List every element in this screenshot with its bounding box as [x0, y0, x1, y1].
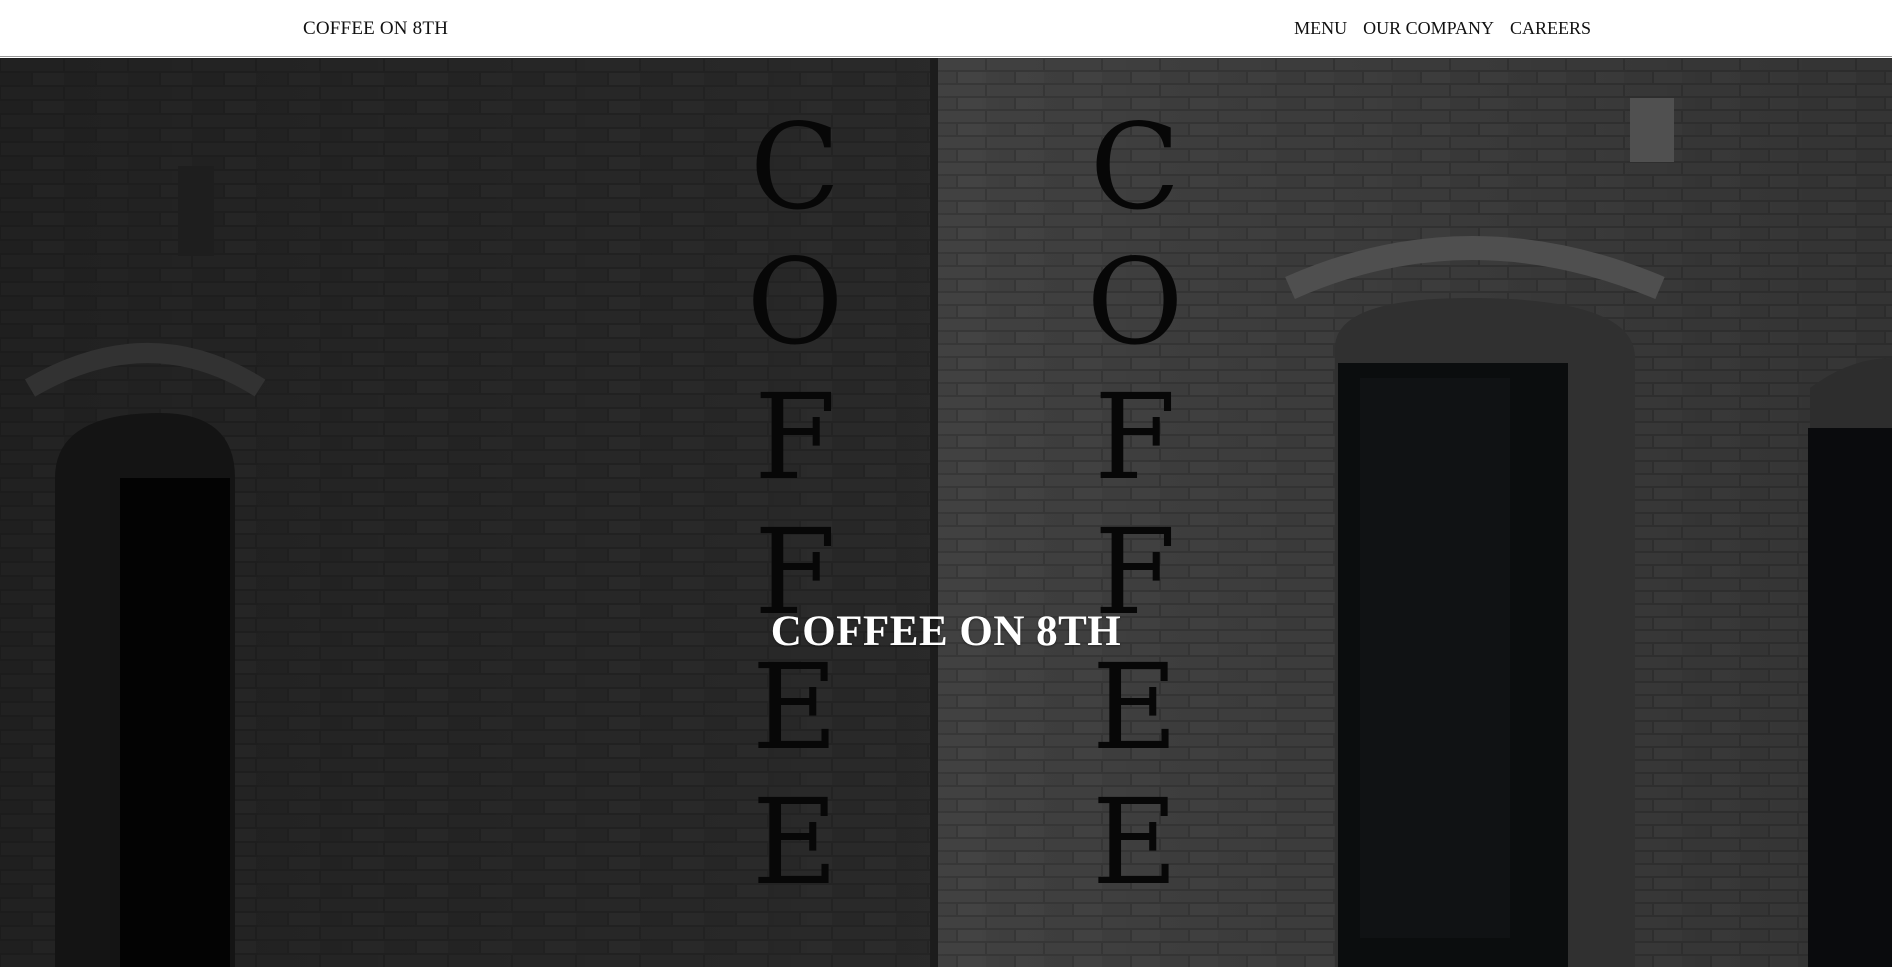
nav-link-our-company[interactable]: OUR COMPANY — [1363, 18, 1494, 39]
hero-title: COFFEE ON 8TH — [770, 607, 1122, 655]
hero-section: C O F F E E C O F F E E COFFEE ON 8TH — [0, 58, 1892, 967]
brand-logo-link[interactable]: COFFEE ON 8TH — [303, 18, 448, 40]
page: COFFEE ON 8TH MENU OUR COMPANY CAREERS C… — [0, 0, 1892, 967]
nav-link-menu[interactable]: MENU — [1294, 18, 1347, 39]
main-nav: MENU OUR COMPANY CAREERS — [1294, 18, 1591, 39]
nav-link-careers[interactable]: CAREERS — [1510, 18, 1591, 39]
hero-background-image: C O F F E E C O F F E E — [0, 58, 1892, 967]
site-header: COFFEE ON 8TH MENU OUR COMPANY CAREERS — [0, 0, 1892, 57]
